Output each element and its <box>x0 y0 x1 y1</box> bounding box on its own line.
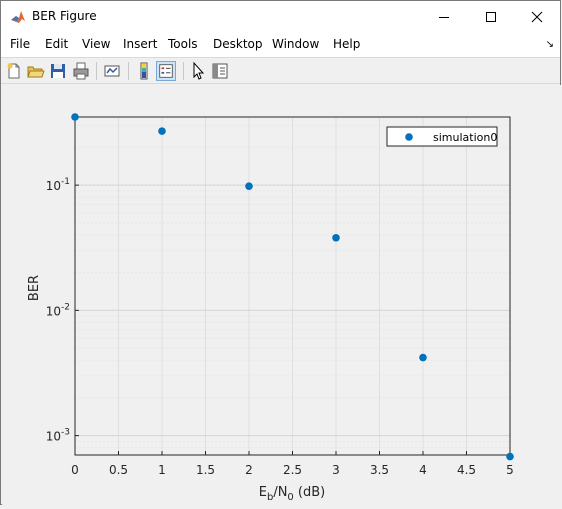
ticks-layer: 0 0.5 1 1.5 2 2.5 3 3.5 4 4.5 5 10-1 10-2 10-3 <box>46 177 514 477</box>
y-tick-label: 10-2 <box>46 302 70 318</box>
property-inspector-icon[interactable] <box>210 61 230 81</box>
x-tick-label: 0 <box>71 463 79 477</box>
menu-help[interactable]: Help <box>333 37 360 51</box>
edit-plot-icon[interactable] <box>188 61 208 81</box>
toolbar <box>1 57 560 84</box>
close-button[interactable] <box>514 1 560 32</box>
data-point[interactable] <box>506 452 514 461</box>
open-file-icon[interactable] <box>26 61 46 81</box>
x-tick-label: 2.5 <box>283 463 302 477</box>
x-tick-label: 4 <box>419 463 427 477</box>
x-tick-label: 2 <box>245 463 253 477</box>
maximize-icon <box>486 11 496 22</box>
y-tick-label: 10-1 <box>46 177 70 193</box>
menu-tools[interactable]: Tools <box>168 37 198 51</box>
grid-layer <box>74 117 511 455</box>
y-tick-label: 10-3 <box>46 428 70 444</box>
legend-marker <box>405 133 413 141</box>
x-tick-label: 3.5 <box>370 463 389 477</box>
save-icon[interactable] <box>48 61 68 81</box>
menu-insert[interactable]: Insert <box>123 37 157 51</box>
legend-label: simulation0 <box>433 131 497 144</box>
insert-legend-icon[interactable] <box>156 61 176 81</box>
data-point[interactable] <box>71 113 79 121</box>
legend[interactable]: simulation0 <box>386 126 498 147</box>
menu-desktop[interactable]: Desktop <box>213 37 263 51</box>
minimize-icon <box>439 16 449 18</box>
title-bar: BER Figure <box>1 1 560 32</box>
new-figure-icon[interactable] <box>4 61 24 81</box>
menu-bar: File Edit View Insert Tools Desktop Wind… <box>1 32 560 57</box>
x-tick-label: 3 <box>332 463 340 477</box>
ber-chart[interactable]: 0 0.5 1 1.5 2 2.5 3 3.5 4 4.5 5 10-1 10-2 10-3 Eb/N0 … <box>2 85 561 505</box>
x-tick-label: 5 <box>506 463 514 477</box>
menu-file[interactable]: File <box>10 37 30 51</box>
matlab-icon <box>10 9 26 25</box>
minimize-button[interactable] <box>421 1 467 32</box>
dock-arrow-icon[interactable]: ↘ <box>546 39 554 50</box>
x-tick-label: 0.5 <box>109 463 128 477</box>
print-icon[interactable] <box>71 61 91 81</box>
figure-area: 0 0.5 1 1.5 2 2.5 3 3.5 4 4.5 5 10-1 10-2 10-3 Eb/N0 … <box>2 85 561 505</box>
x-tick-label: 1.5 <box>196 463 215 477</box>
close-icon <box>531 11 543 22</box>
window-title: BER Figure <box>32 9 97 23</box>
menu-view[interactable]: View <box>82 37 110 51</box>
maximize-button[interactable] <box>468 1 514 32</box>
data-point[interactable] <box>158 127 166 135</box>
x-tick-label: 1 <box>158 463 166 477</box>
link-plot-icon[interactable] <box>102 61 122 81</box>
data-point[interactable] <box>245 182 253 191</box>
x-axis-label: Eb/N0 (dB) <box>259 485 326 503</box>
data-point[interactable] <box>332 233 340 242</box>
menu-window[interactable]: Window <box>272 37 319 51</box>
menu-edit[interactable]: Edit <box>45 37 68 51</box>
x-tick-label: 4.5 <box>457 463 476 477</box>
data-point[interactable] <box>419 353 427 362</box>
y-axis-label: BER <box>27 275 42 301</box>
figure-window: BER Figure File Edit View Insert Tools D… <box>0 0 561 505</box>
insert-colorbar-icon[interactable] <box>134 61 154 81</box>
